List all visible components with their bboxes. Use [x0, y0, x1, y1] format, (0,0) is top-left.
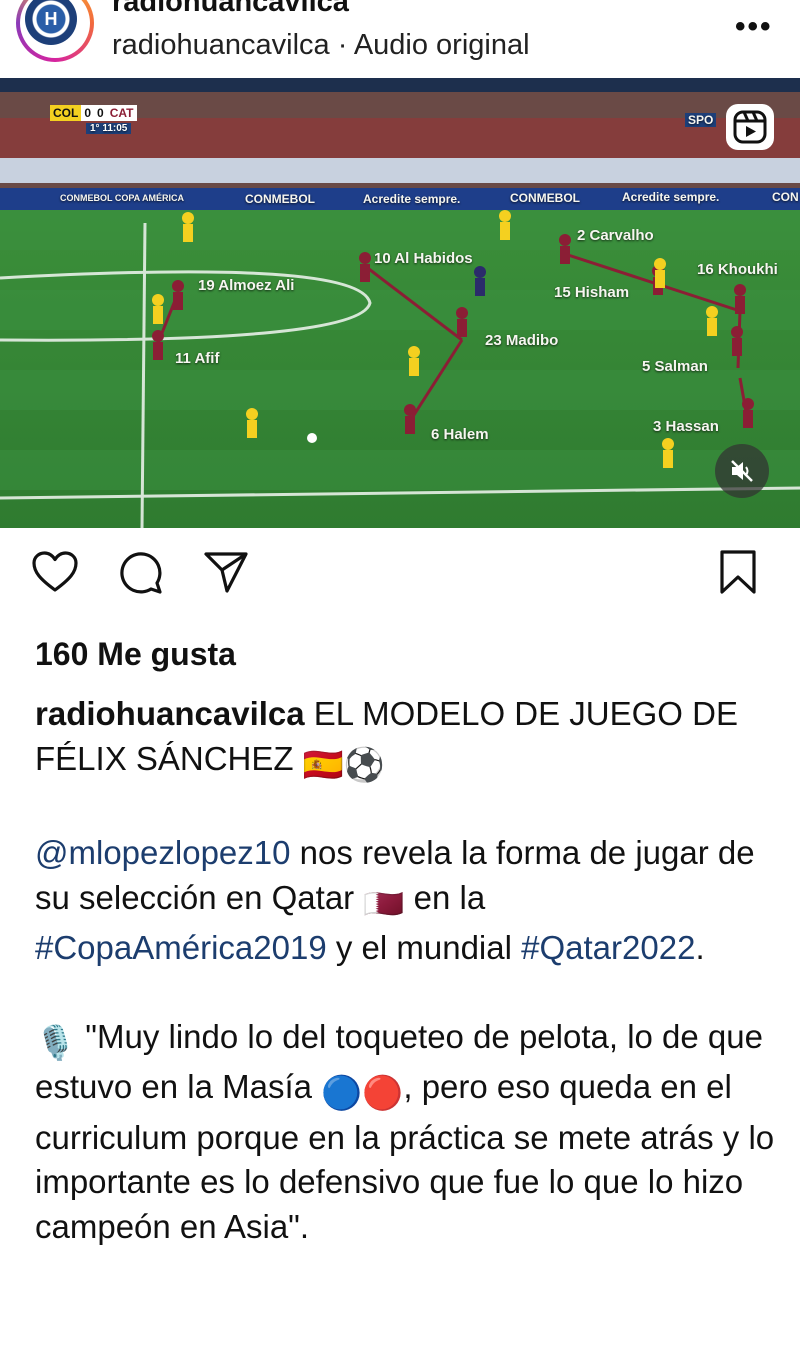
mention-link[interactable]: @mlopezlopez10: [35, 834, 290, 871]
player-label: 11 Afif: [175, 350, 220, 367]
board-text: Acredite sempre.: [622, 190, 720, 204]
away-team: CAT: [106, 105, 137, 121]
caption-username[interactable]: radiohuancavilca: [35, 695, 305, 732]
like-count[interactable]: 160 Me gusta: [35, 636, 236, 673]
board-text: CON: [772, 190, 799, 204]
player-label: 15 Hisham: [554, 284, 630, 301]
post-actions: [0, 548, 800, 612]
caption-text: y el mundial: [335, 929, 512, 966]
send-icon[interactable]: [202, 548, 250, 596]
player-label: 2 Carvalho: [577, 227, 654, 244]
heart-icon[interactable]: [31, 548, 79, 596]
bookmark-icon[interactable]: [714, 548, 762, 596]
home-score: 0: [81, 105, 95, 121]
pitch-illustration: [0, 78, 800, 528]
player-label: 19 Almoez Ali: [198, 277, 295, 294]
player-label: 3 Hassan: [653, 418, 719, 435]
reels-icon[interactable]: [726, 104, 774, 150]
broadcast-tag: SPO: [685, 113, 717, 127]
audio-subtitle[interactable]: radiohuancavilca · Audio original: [112, 29, 530, 62]
post-header: H radiohuancavilca radiohuancavilca · Au…: [0, 0, 800, 78]
post-username[interactable]: radiohuancavilca: [112, 0, 349, 19]
qatar-flag-icon: 🇶🇦: [363, 884, 405, 922]
board-text: CONMEBOL COPA AMÉRICA: [60, 193, 185, 203]
caption-text: .: [695, 929, 705, 966]
post-caption: radiohuancavilca EL MODELO DE JUEGO DE F…: [35, 692, 775, 1249]
caption-text: en la: [413, 878, 486, 916]
board-text: Acredite sempre.: [363, 192, 461, 206]
blue-red-circles-icon: 🔵🔴: [321, 1074, 404, 1111]
more-dots-icon[interactable]: •••: [735, 10, 773, 44]
match-clock: 1° 11:05: [86, 123, 132, 134]
microphone-icon: 🎙️: [35, 1023, 77, 1061]
avatar-letter: H: [44, 8, 58, 29]
avatar[interactable]: H: [16, 0, 94, 62]
scoreboard: COL 0 0 CAT: [50, 105, 137, 121]
player-label: 6 Halem: [431, 426, 489, 443]
hashtag-link[interactable]: #CopaAmérica2019: [35, 929, 327, 966]
player-label: 10 Al Habidos: [374, 250, 473, 267]
post-video[interactable]: COL 0 0 CAT 1° 11:05 SPO CONMEBOL COPA A…: [0, 78, 800, 528]
home-team: COL: [50, 105, 82, 121]
player-label: 5 Salman: [642, 358, 708, 375]
spain-flag-soccer-ball-icon: 🇪🇸⚽: [302, 745, 385, 783]
player-label: 23 Madibo: [485, 332, 559, 349]
away-score: 0: [94, 105, 107, 121]
hashtag-link[interactable]: #Qatar2022: [521, 929, 695, 966]
board-text: CONMEBOL: [510, 191, 580, 205]
board-text: CONMEBOL: [245, 192, 315, 206]
player-label: 16 Khoukhi: [697, 261, 778, 278]
muted-speaker-icon[interactable]: [715, 444, 769, 498]
comment-icon[interactable]: [116, 548, 164, 596]
